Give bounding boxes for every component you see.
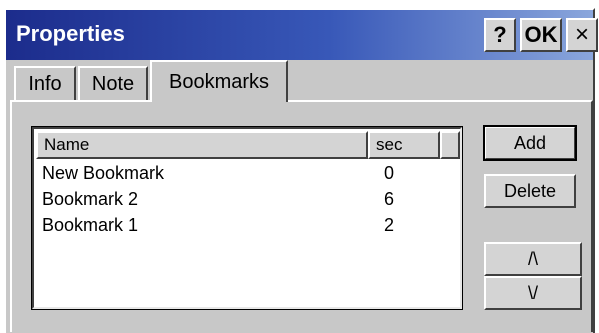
bookmarks-panel: Name sec New Bookmark 0 Bookmark 2 6 Boo…: [10, 100, 593, 332]
list-header: Name sec: [36, 131, 460, 159]
title-bar: Properties ? OK ×: [6, 10, 598, 60]
delete-button[interactable]: Delete: [484, 174, 576, 208]
bookmark-name: Bookmark 2: [42, 189, 139, 209]
bookmark-name: Bookmark 1: [42, 215, 139, 235]
properties-dialog: Properties ? OK × Info Note Bookmarks Na…: [4, 8, 598, 333]
bookmark-name: New Bookmark: [42, 163, 165, 183]
close-button[interactable]: ×: [566, 18, 598, 52]
bookmark-sec: 2: [384, 215, 395, 235]
add-button[interactable]: Add: [483, 125, 577, 161]
bookmarks-list[interactable]: Name sec New Bookmark 0 Bookmark 2 6 Boo…: [31, 126, 463, 310]
tab-note[interactable]: Note: [78, 66, 148, 100]
tab-bookmarks[interactable]: Bookmarks: [150, 60, 288, 102]
column-header-name[interactable]: Name: [36, 131, 368, 159]
move-up-button[interactable]: /\: [484, 242, 582, 276]
tab-info[interactable]: Info: [14, 66, 76, 100]
bookmark-sec: 6: [384, 189, 395, 209]
bookmark-sec: 0: [384, 163, 395, 183]
column-header-filler: [440, 131, 460, 159]
help-button[interactable]: ?: [484, 18, 516, 52]
ok-button[interactable]: OK: [520, 18, 562, 52]
column-header-sec[interactable]: sec: [368, 131, 440, 159]
move-down-button[interactable]: \/: [484, 276, 582, 310]
window-title: Properties: [16, 21, 125, 46]
